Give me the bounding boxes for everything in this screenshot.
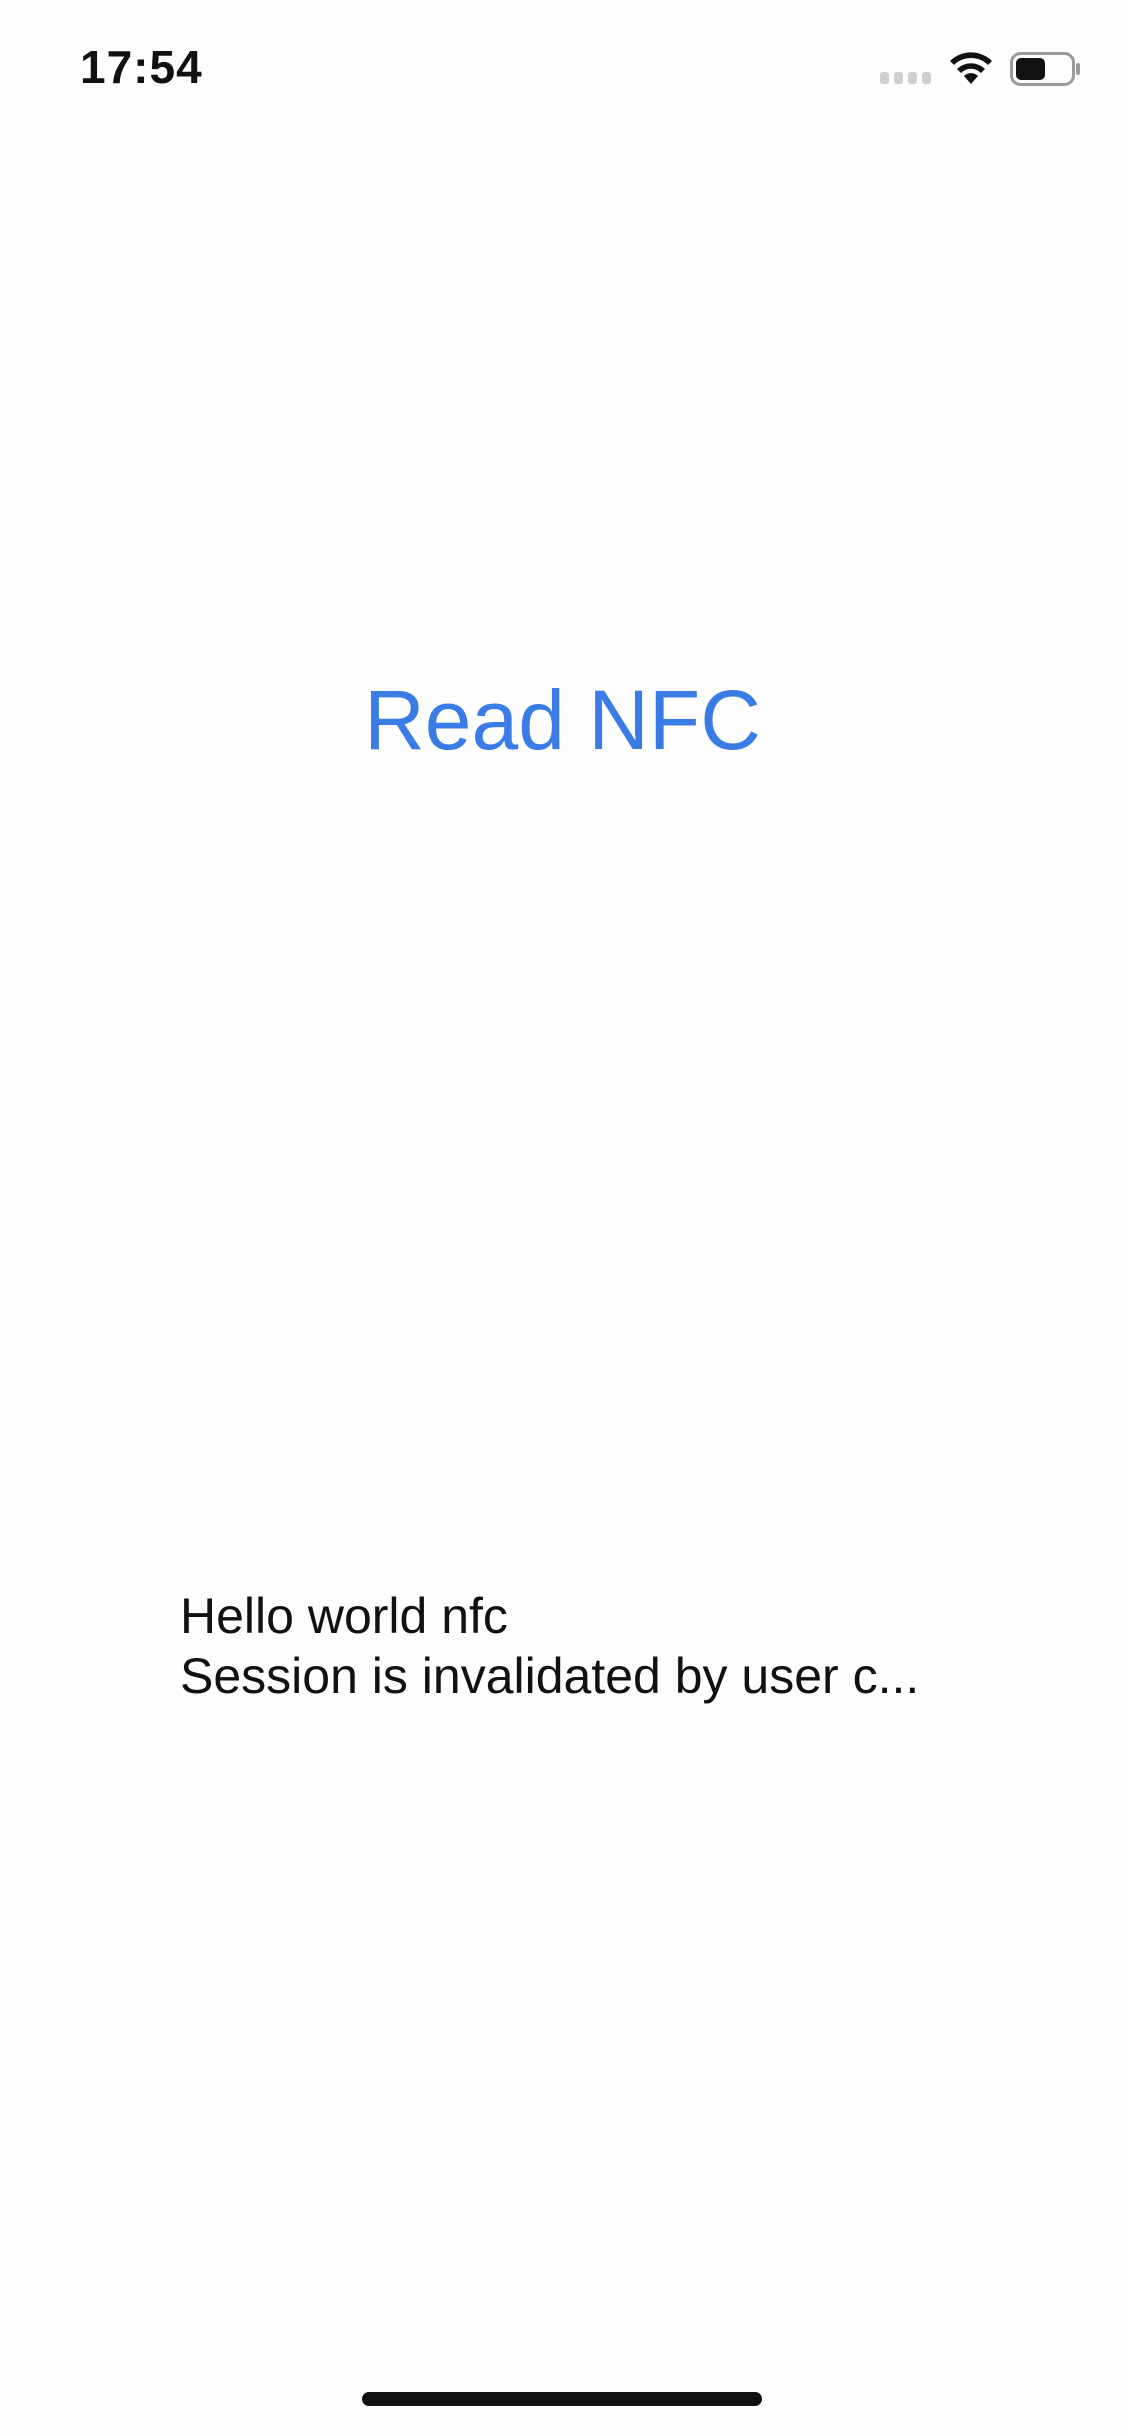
battery-icon [1010,52,1080,86]
wifi-icon [950,52,992,84]
home-indicator[interactable] [362,2392,762,2406]
nfc-result-text: Hello world nfc Session is invalidated b… [180,1586,940,1706]
cellular-signal-icon [880,72,934,84]
result-line-message: Hello world nfc [180,1588,508,1644]
status-time: 17:54 [80,41,203,93]
status-bar: 17:54 [0,0,1125,132]
result-line-status: Session is invalidated by user c... [180,1648,920,1704]
read-nfc-button[interactable]: Read NFC [320,660,805,780]
